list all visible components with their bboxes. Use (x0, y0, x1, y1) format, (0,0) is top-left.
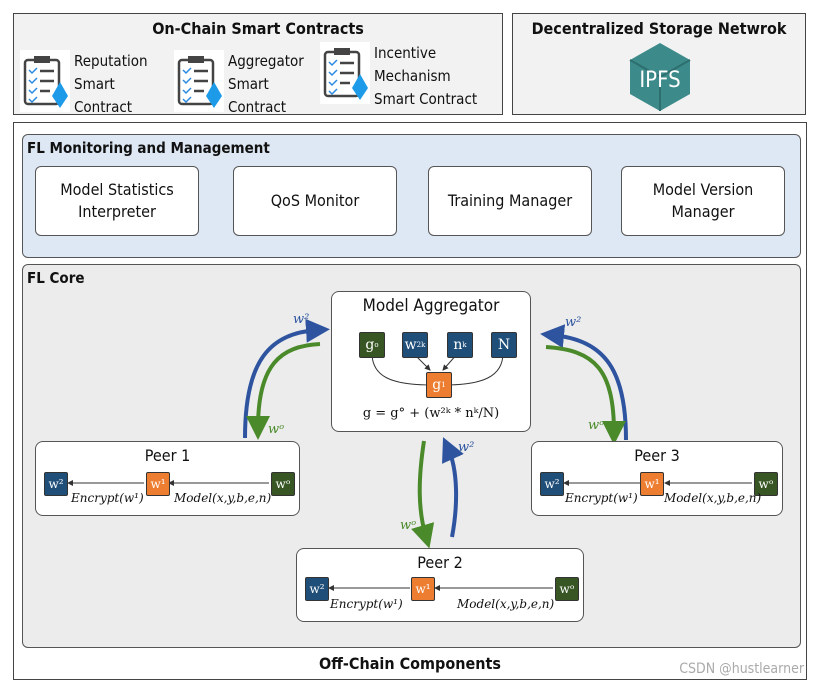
model-label: Model(x,y,b,e,n) (457, 597, 555, 611)
weight-w0: wᵒ (271, 472, 295, 496)
label-w2-right: w² (565, 315, 582, 330)
input-N: N (491, 332, 517, 358)
aggregation-formula: g = g° + (w²ᵏ * nᵏ/N) (362, 406, 500, 421)
weight-w2: w² (305, 577, 329, 601)
input-g0: go (359, 332, 385, 358)
output-g1: g1 (426, 372, 452, 398)
model-label: Model(x,y,b,e,n) (174, 491, 272, 505)
arrow-peer1-down (246, 342, 321, 440)
encrypt-label: Encrypt(w¹) (565, 491, 638, 505)
encrypt-label: Encrypt(w¹) (330, 597, 403, 611)
model-aggregator[interactable]: Model Aggregator go w 2k nk N g1 g = g° +… (331, 291, 531, 432)
input-w2k: w 2k (402, 332, 428, 358)
peer-3[interactable]: Peer 3 w² w¹ wᵒ Encrypt(w¹) Model(x,y,b,… (531, 441, 783, 516)
label-w2-left: w² (293, 312, 310, 327)
weight-w1: w¹ (146, 472, 170, 496)
peer-flow-line (328, 585, 553, 591)
arrow-peer2-up (442, 437, 464, 538)
label-w0-left: wᵒ (268, 422, 285, 437)
encrypt-label: Encrypt(w¹) (71, 491, 144, 505)
weight-w2: w² (44, 472, 68, 496)
peer-1[interactable]: Peer 1 w² w¹ wᵒ Encrypt(w¹) Model(x,y,b,… (35, 441, 300, 516)
arrow-peer2-down (411, 440, 435, 549)
peer-2[interactable]: Peer 2 w² w¹ wᵒ Encrypt(w¹) Model(x,y,b,… (296, 548, 584, 622)
weight-w1: w¹ (640, 472, 664, 496)
model-label: Model(x,y,b,e,n) (664, 491, 762, 505)
weight-w2: w² (540, 472, 564, 496)
input-nk: nk (447, 332, 473, 358)
weight-w0: wᵒ (555, 577, 579, 601)
label-w0-right: wᵒ (588, 418, 605, 433)
weight-w1: w¹ (411, 577, 435, 601)
label-w2-middle: w² (458, 440, 475, 455)
label-w0-middle: wᵒ (400, 518, 417, 533)
